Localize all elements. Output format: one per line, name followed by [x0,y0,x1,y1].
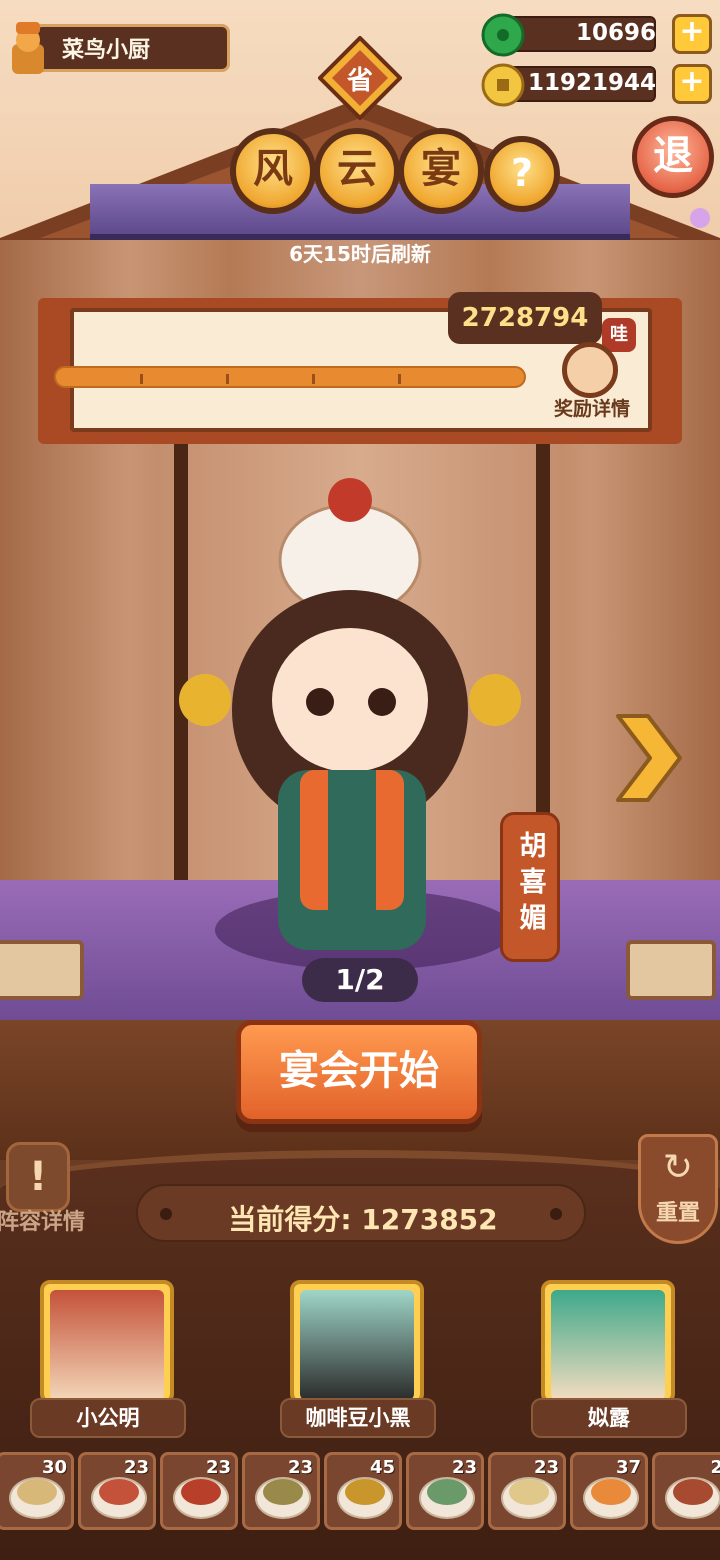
chef-card-1[interactable] [40,1280,174,1404]
next-character-arrow-icon[interactable] [612,708,684,808]
chef-card-3[interactable] [541,1280,675,1404]
gift-icon [562,342,618,398]
chef-portrait-1 [50,1290,164,1400]
right-bench [626,940,716,1000]
add-jade-button[interactable]: + [672,14,712,54]
coin-currency: 11921944 + [480,63,712,107]
title-char-3: 宴 [398,128,484,214]
current-score: 当前得分: 1273852 [228,1203,498,1236]
dish-item[interactable]: 23 [488,1452,566,1530]
coin-icon [481,63,525,107]
target-score-bubble: 2728794 [448,292,602,344]
chef-portrait-2 [300,1290,414,1400]
title-char-2: 云 [314,128,400,214]
chef-name-2: 咖啡豆小黑 [280,1398,436,1438]
dish-item[interactable]: 2 [652,1452,720,1530]
dish-item[interactable]: 45 [324,1452,402,1530]
dish-item[interactable]: 23 [242,1452,320,1530]
player-profile[interactable]: 菜鸟小厨 [4,18,232,78]
food-icon [263,1479,303,1505]
reward-details-button[interactable]: 奖励详情 [548,342,638,426]
dish-item[interactable]: 23 [78,1452,156,1530]
dish-count: 23 [205,1457,231,1478]
reward-details-label: 奖励详情 [553,398,630,420]
exclamation-icon: ! [6,1142,70,1212]
jade-value: 10696 [575,20,656,46]
progress-tick [312,374,315,384]
province-label: 省 [346,66,373,96]
left-bench [0,940,84,1000]
lineup-details-label: 阵容详情 [0,1210,85,1235]
player-name: 菜鸟小厨 [62,38,151,63]
chef-name-3: 姒露 [531,1398,687,1438]
food-icon [17,1479,57,1505]
chef-card-2[interactable] [290,1280,424,1404]
reset-button[interactable]: ↻ 重置 [638,1134,718,1244]
current-score-bar: 当前得分: 1273852 [136,1184,586,1242]
dish-count: 30 [41,1457,67,1478]
chef-avatar-icon [12,22,44,74]
character-name: 胡 喜 媚 [519,831,547,934]
dish-count: 23 [287,1457,313,1478]
food-icon [591,1479,631,1505]
help-button[interactable]: ? [484,136,560,212]
chef-name-1: 小公明 [30,1398,186,1438]
food-icon [181,1479,221,1505]
character-name-banner: 胡 喜 媚 [500,812,560,962]
character-portrait [179,478,521,950]
title-char-1: 风 [230,128,316,214]
food-icon [427,1479,467,1505]
refresh-countdown: 6天15时后刷新 [289,242,431,266]
score-progress-bar [54,366,526,388]
jade-icon [481,13,525,57]
character-page-indicator: 1/2 [302,958,418,1002]
exit-button[interactable]: 退 [632,116,714,198]
food-icon [345,1479,385,1505]
jade-currency: 10696 + [480,13,712,57]
chef-portrait-3 [551,1290,665,1400]
province-badge[interactable]: 省 [317,35,403,121]
dish-count: 45 [369,1457,395,1478]
add-coins-button[interactable]: + [672,64,712,104]
start-banquet-button[interactable]: 宴会开始 [236,1020,482,1124]
dish-count: 2 [710,1457,720,1478]
dish-count: 23 [123,1457,149,1478]
dish-item[interactable]: 23 [406,1452,484,1530]
dish-item[interactable]: 37 [570,1452,648,1530]
food-icon [509,1479,549,1505]
dish-count: 23 [451,1457,477,1478]
dish-count: 23 [533,1457,559,1478]
coin-value: 11921944 [527,70,656,96]
food-icon [99,1479,139,1505]
food-icon [673,1479,713,1505]
dish-count: 37 [615,1457,641,1478]
dish-item[interactable]: 30 [0,1452,74,1530]
progress-tick [226,374,229,384]
progress-tick [140,374,143,384]
progress-tick [398,374,401,384]
recycle-icon: ↻ [662,1147,694,1188]
dish-item[interactable]: 23 [160,1452,238,1530]
reset-label: 重置 [655,1201,700,1226]
lineup-details-button[interactable]: ! 阵容详情 [0,1142,90,1238]
